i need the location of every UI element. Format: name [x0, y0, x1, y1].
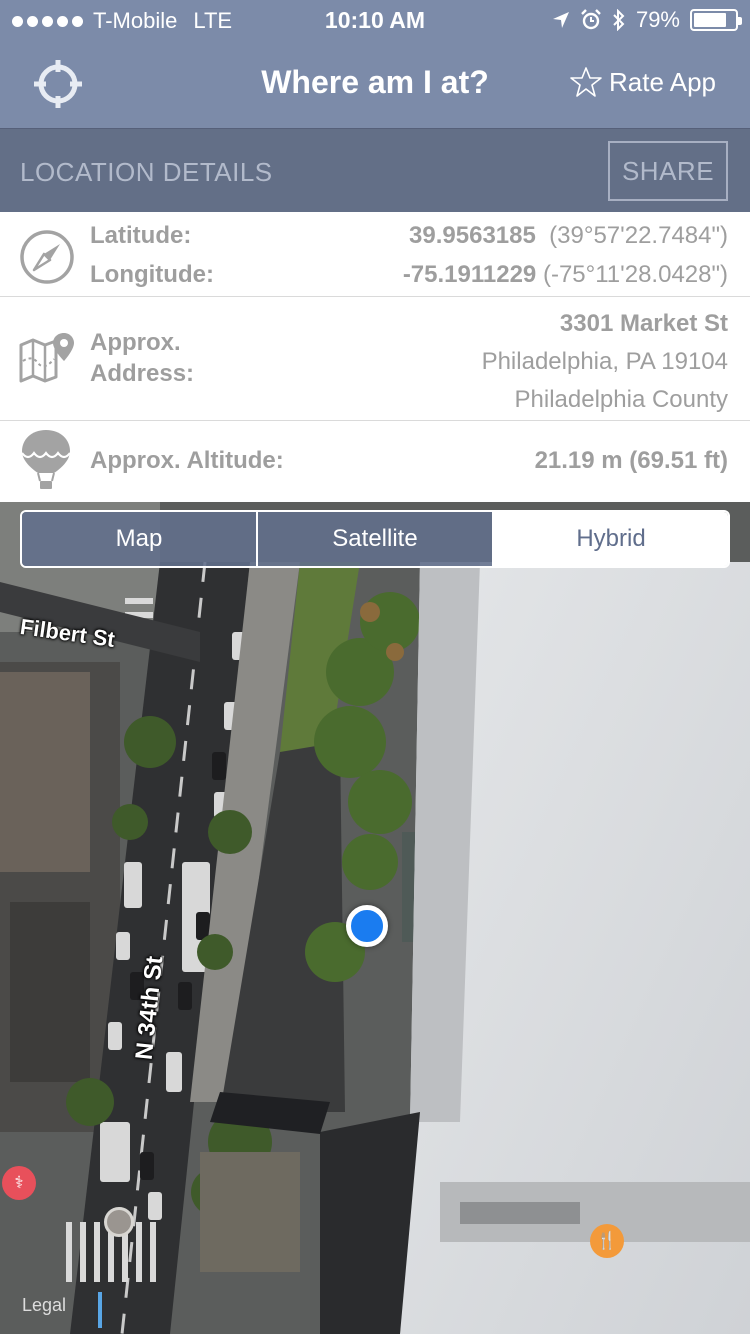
battery-icon: [690, 9, 742, 31]
top-bar: T-Mobile LTE 10:10 AM 79% Where am I at?…: [0, 0, 750, 128]
status-bar: T-Mobile LTE 10:10 AM 79%: [0, 0, 750, 40]
altitude-value: 21.19 m (69.51 ft): [534, 447, 728, 474]
user-location-dot: [346, 905, 388, 947]
bluetooth-icon: [613, 9, 625, 31]
address-line-3: Philadelphia County: [514, 386, 728, 413]
medical-icon[interactable]: ⚕: [2, 1166, 36, 1200]
location-details-header: LOCATION DETAILS SHARE: [0, 128, 750, 212]
altitude-label: Approx. Altitude:: [90, 447, 284, 474]
latitude-value-group: 39.9563185 (39°57'22.7484"): [409, 222, 728, 250]
hot-air-balloon-icon: [21, 430, 71, 489]
location-services-icon: [552, 12, 569, 28]
latitude-label: Latitude:: [90, 222, 192, 249]
longitude-value: -75.1911229: [402, 261, 537, 288]
address-line-1: 3301 Market St: [559, 310, 728, 337]
coordinates-row: Latitude: Longitude: 39.9563185 (39°57'2…: [0, 212, 750, 297]
battery-percent: 79%: [635, 7, 680, 32]
latitude-value: 39.9563185: [409, 222, 536, 249]
alarm-icon: [581, 9, 601, 30]
transit-marker-icon: [104, 1207, 134, 1237]
segment-satellite[interactable]: Satellite: [256, 512, 492, 566]
rate-app-button[interactable]: Rate App: [569, 66, 716, 98]
address-label: Approx. Address:: [90, 329, 195, 387]
map-type-segmented-control[interactable]: Map Satellite Hybrid: [20, 510, 730, 568]
share-button[interactable]: SHARE: [608, 141, 728, 201]
compass-icon: [20, 230, 74, 284]
address-row: Approx. Address: 3301 Market St Philadel…: [0, 297, 750, 421]
address-lines: 3301 Market St Philadelphia, PA 19104 Ph…: [482, 305, 728, 419]
map-pin-icon: [19, 333, 74, 383]
navigation-bar: Where am I at? Rate App: [0, 40, 750, 128]
address-line-2: Philadelphia, PA 19104: [481, 348, 728, 375]
altitude-row: Approx. Altitude: 21.19 m (69.51 ft): [0, 421, 750, 502]
direction-arrow-icon: [98, 1292, 102, 1328]
longitude-label: Longitude:: [90, 261, 214, 288]
location-details-label: LOCATION DETAILS: [20, 157, 273, 187]
restaurant-icon[interactable]: 🍴: [590, 1224, 624, 1258]
map-view[interactable]: Map Satellite Hybrid Filbert St N 34th S…: [0, 502, 750, 1334]
rate-app-label: Rate App: [609, 66, 716, 97]
latitude-dms: (39°57'22.7484"): [549, 222, 728, 249]
star-icon: [570, 67, 602, 97]
segment-map[interactable]: Map: [22, 512, 256, 566]
longitude-value-group: -75.1911229 (-75°11'28.0428"): [403, 261, 728, 289]
longitude-dms: (-75°11'28.0428"): [542, 261, 728, 288]
map-legal-link[interactable]: Legal: [22, 1295, 66, 1316]
segment-hybrid[interactable]: Hybrid: [492, 512, 728, 566]
